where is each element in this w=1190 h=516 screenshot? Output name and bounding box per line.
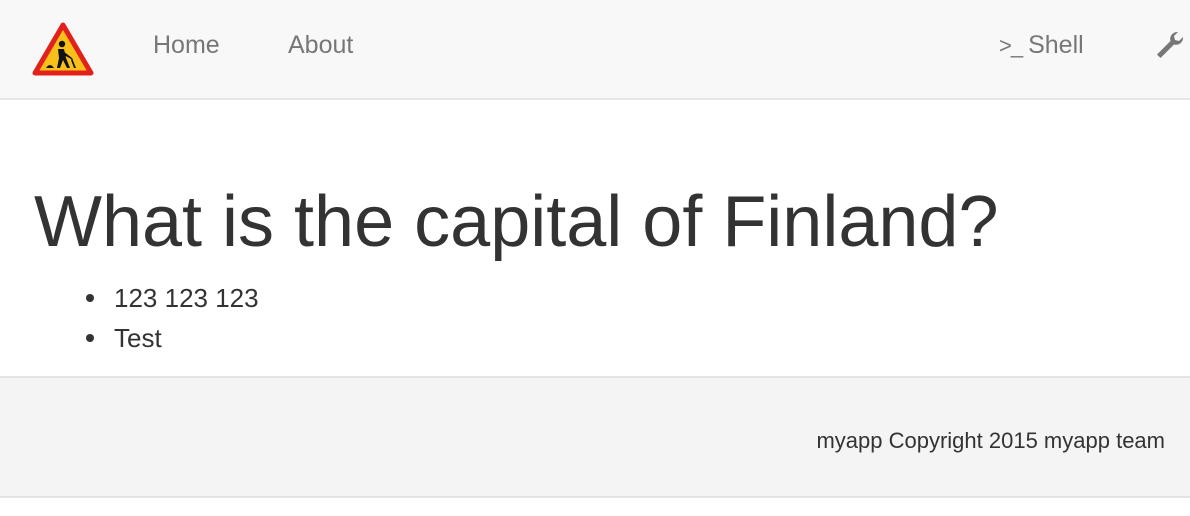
bullet-icon [86,334,94,342]
brand-logo-link[interactable] [32,22,94,78]
answer-list: 123 123 123 Test [82,278,259,358]
construction-warning-sign-icon [32,22,94,76]
footer-copyright: myapp Copyright 2015 myapp team [816,428,1165,453]
nav-about[interactable]: About [288,27,353,63]
navbar: Home About >_ Shell [0,0,1190,100]
answer-text: Test [114,323,162,353]
nav-tools[interactable] [1154,27,1190,63]
question-title: What is the capital of Finland? [34,182,999,262]
main-content: What is the capital of Finland? 123 123 … [0,102,1190,376]
list-item: Test [82,318,259,358]
bullet-icon [86,294,94,302]
footer: myapp Copyright 2015 myapp team [0,376,1190,498]
nav-shell[interactable]: >_ Shell [999,27,1084,63]
answer-text: 123 123 123 [114,283,259,313]
nav-home[interactable]: Home [153,27,220,63]
wrench-icon [1157,32,1184,59]
list-item: 123 123 123 [82,278,259,318]
terminal-icon: >_ [999,33,1023,58]
nav-shell-label: Shell [1028,31,1084,59]
